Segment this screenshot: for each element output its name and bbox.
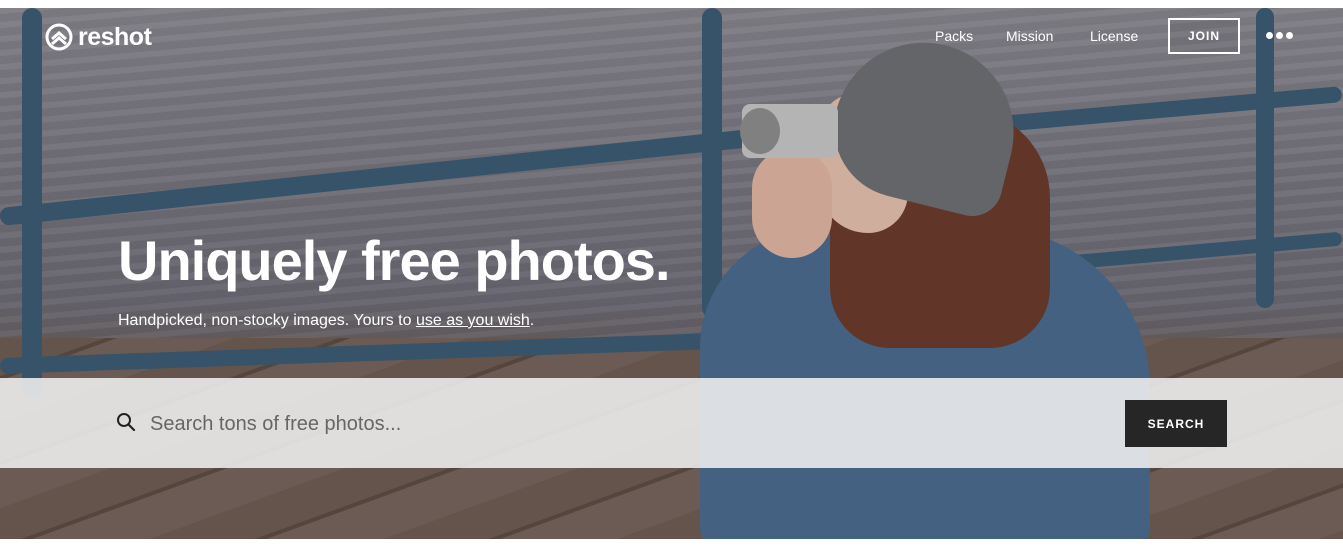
search-button[interactable]: SEARCH (1125, 400, 1227, 447)
top-border (0, 0, 1343, 8)
reshot-logo-icon (45, 23, 73, 51)
top-navigation: reshot Packs Mission License JOIN (0, 8, 1343, 68)
more-dots-icon[interactable] (1266, 32, 1293, 39)
nav-link-mission[interactable]: Mission (1006, 28, 1053, 44)
license-link[interactable]: use as you wish (416, 312, 530, 329)
nav-link-packs[interactable]: Packs (935, 28, 973, 44)
search-input[interactable] (148, 406, 1102, 442)
hero-subline: Handpicked, non-stocky images. Yours to … (118, 312, 534, 330)
hero-subline-text: Handpicked, non-stocky images. Yours to (118, 312, 416, 329)
join-button[interactable]: JOIN (1168, 18, 1240, 54)
more-dot (1276, 32, 1283, 39)
more-dot (1286, 32, 1293, 39)
more-dot (1266, 32, 1273, 39)
brand-name: reshot (78, 22, 152, 51)
nav-link-license[interactable]: License (1090, 28, 1138, 44)
bottom-border (0, 539, 1343, 547)
hero-headline: Uniquely free photos. (118, 229, 670, 292)
search-bar: SEARCH (0, 378, 1343, 468)
brand-logo[interactable]: reshot (44, 22, 152, 52)
search-icon (117, 413, 136, 432)
hero-subline-end: . (529, 312, 535, 329)
